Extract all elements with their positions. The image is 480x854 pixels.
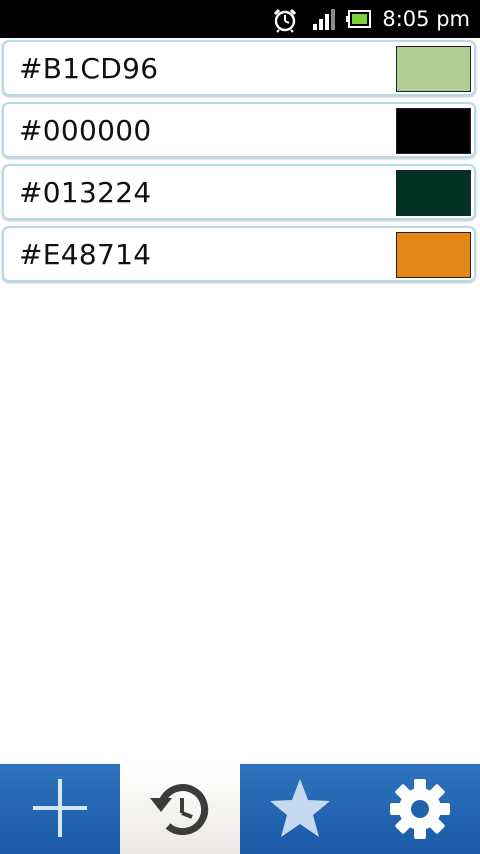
color-swatch [396, 170, 471, 216]
plus-icon [33, 779, 87, 837]
battery-icon [346, 9, 372, 33]
color-hex-label: #B1CD96 [19, 52, 159, 85]
color-hex-label: #013224 [19, 176, 152, 209]
tab-favorites[interactable] [240, 764, 360, 854]
color-swatch [396, 232, 471, 278]
tab-add-color[interactable] [0, 764, 120, 854]
tab-history[interactable] [120, 764, 240, 854]
tab-settings[interactable] [360, 764, 480, 854]
alarm-clock-icon [272, 7, 298, 37]
history-icon [150, 784, 209, 836]
signal-strength-icon [312, 7, 336, 35]
star-icon [270, 779, 330, 837]
bottom-tab-bar [0, 764, 480, 854]
color-list-item[interactable]: #000000 [2, 102, 476, 158]
gear-icon [390, 779, 450, 839]
color-hex-label: #000000 [19, 114, 152, 147]
color-swatch [396, 46, 471, 92]
color-list-item[interactable]: #E48714 [2, 226, 476, 282]
color-hex-label: #E48714 [19, 238, 152, 271]
status-bar: 8:05 pm [0, 0, 480, 38]
color-list-item[interactable]: #013224 [2, 164, 476, 220]
color-swatch [396, 108, 471, 154]
color-list-item[interactable]: #B1CD96 [2, 40, 476, 96]
status-time: 8:05 pm [382, 7, 470, 31]
